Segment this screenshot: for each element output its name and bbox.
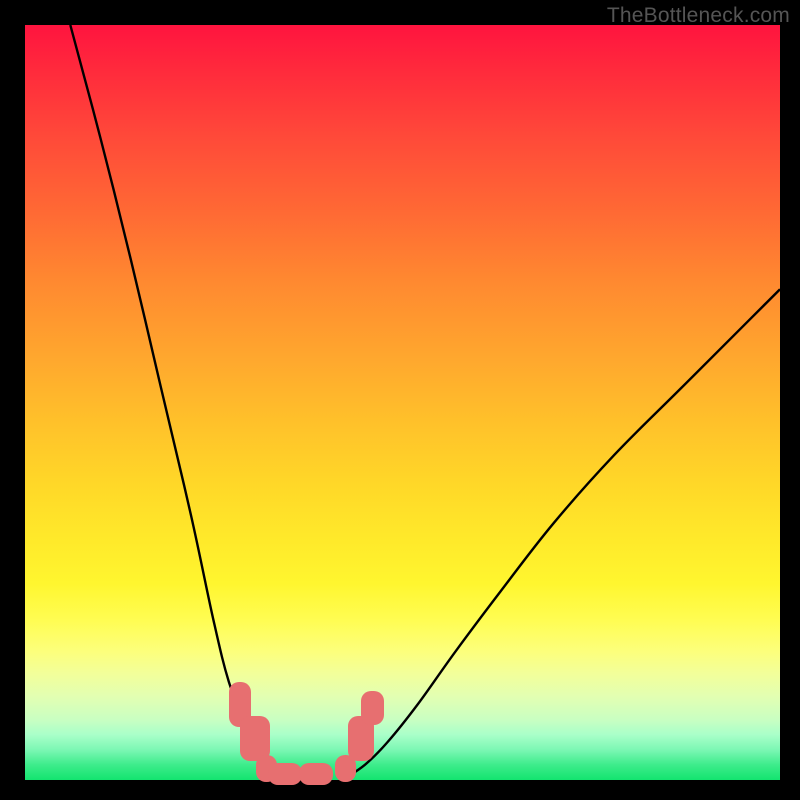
curve-marker [361, 691, 384, 725]
left-curve [70, 25, 289, 780]
chart-frame: TheBottleneck.com [0, 0, 800, 800]
curve-marker [299, 763, 333, 786]
plot-area [25, 25, 780, 780]
curve-marker [240, 716, 270, 761]
curve-marker [268, 763, 302, 786]
watermark-text: TheBottleneck.com [607, 4, 790, 28]
curve-layer [25, 25, 780, 780]
right-curve [342, 289, 780, 780]
